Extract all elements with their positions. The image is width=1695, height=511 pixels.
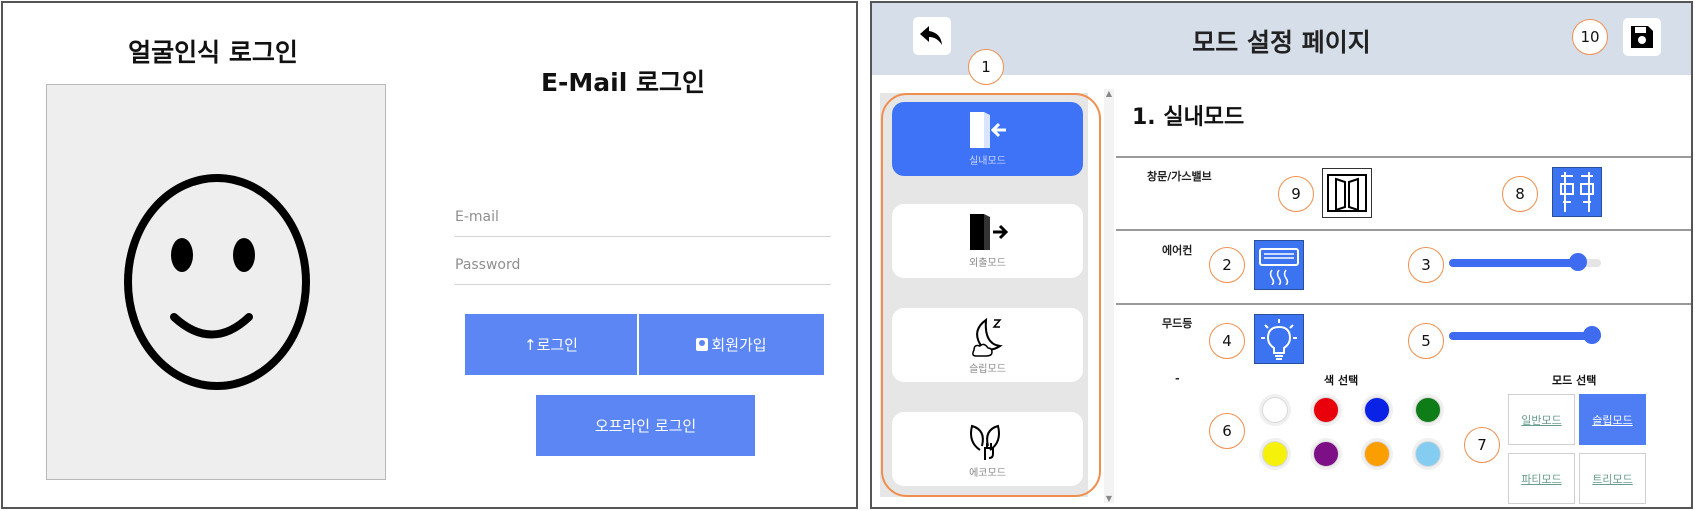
door-exit-icon (969, 214, 1008, 250)
mode-button-label: 트리모드 (1592, 472, 1633, 486)
tree-mode-button[interactable]: 트리모드 (1579, 453, 1646, 504)
aircon-toggle[interactable] (1254, 240, 1304, 290)
normal-mode-button[interactable]: 일반모드 (1508, 394, 1575, 445)
slider-thumb[interactable] (1569, 253, 1587, 271)
slider-thumb[interactable] (1583, 326, 1601, 344)
color-option[interactable] (1313, 397, 1339, 423)
scroll-up-icon[interactable]: ▲ (1104, 89, 1114, 98)
mode-settings-screen: 모드 설정 페이지 10 1 ▲ ▼ 실내모드 외출모드 슬립모드 에코모드 1… (870, 1, 1693, 509)
floppy-disk-icon (1631, 26, 1653, 48)
sidebar-item-sleep-mode[interactable]: 슬립모드 (892, 308, 1083, 382)
callout-8: 8 (1502, 176, 1538, 212)
sidebar-item-label: 실내모드 (969, 156, 1006, 167)
face-camera-area[interactable] (46, 84, 386, 480)
callout-9: 9 (1278, 176, 1314, 212)
callout-6: 6 (1209, 413, 1245, 449)
login-button-label: ↑로그인 (524, 336, 578, 354)
scroll-down-icon[interactable]: ▼ (1104, 494, 1114, 503)
callout-2: 2 (1209, 247, 1245, 283)
login-screen: 얼굴인식 로그인 E-Mail 로그인 ↑로그인 회원가입 오프라인 로그인 (1, 1, 858, 509)
sidebar-item-outing-mode[interactable]: 외출모드 (892, 204, 1083, 278)
mood-light-label: 무드등 (1162, 317, 1193, 330)
air-conditioner-icon (1259, 248, 1299, 285)
callout-7: 7 (1464, 427, 1500, 463)
color-select-label: 색 선택 (1324, 374, 1359, 387)
door-enter-icon (969, 112, 1006, 148)
email-login-title: E-Mail 로그인 (540, 68, 706, 97)
mood-light-toggle[interactable] (1254, 314, 1304, 364)
callout-10: 10 (1572, 19, 1608, 55)
color-option[interactable] (1364, 441, 1390, 467)
signup-button[interactable]: 회원가입 (639, 314, 824, 375)
divider (1116, 229, 1691, 231)
color-option[interactable] (1415, 397, 1441, 423)
window-gas-label: 창문/가스밸브 (1147, 170, 1212, 183)
window-icon (1327, 174, 1367, 212)
signup-button-label: 회원가입 (711, 336, 767, 354)
sidebar-item-eco-mode[interactable]: 에코모드 (892, 412, 1083, 486)
face-login-title: 얼굴인식 로그인 (128, 38, 298, 67)
slider-fill (1449, 332, 1601, 340)
color-option[interactable] (1262, 397, 1288, 423)
sidebar-item-indoor-mode[interactable]: 실내모드 (892, 102, 1083, 176)
callout-3: 3 (1408, 247, 1444, 283)
sidebar-scrollbar[interactable]: ▲ ▼ (1104, 89, 1114, 503)
eco-plug-icon (969, 424, 1000, 460)
mode-button-label: 슬립모드 (1592, 413, 1633, 427)
mode-select-label: 모드 선택 (1552, 374, 1597, 387)
email-field[interactable] (455, 193, 831, 237)
sidebar-item-label: 슬립모드 (969, 364, 1006, 375)
save-button[interactable] (1623, 18, 1661, 56)
section-title: 1. 실내모드 (1132, 105, 1245, 130)
aircon-slider[interactable] (1449, 253, 1601, 271)
color-option[interactable] (1313, 441, 1339, 467)
callout-4: 4 (1209, 323, 1245, 359)
moon-sleep-icon (971, 317, 1003, 357)
aircon-label: 에어컨 (1162, 244, 1193, 257)
mode-button-label: 파티모드 (1521, 472, 1562, 486)
dash-label: - (1175, 372, 1180, 385)
email-input[interactable] (455, 193, 831, 236)
party-mode-button[interactable]: 파티모드 (1508, 453, 1575, 504)
id-badge-icon (696, 338, 709, 351)
mood-light-slider[interactable] (1449, 326, 1601, 344)
offline-login-label: 오프라인 로그인 (594, 417, 697, 435)
sleep-mode-button[interactable]: 슬립모드 (1579, 394, 1646, 445)
password-input[interactable] (455, 241, 831, 284)
light-bulb-icon (1261, 319, 1297, 360)
gas-valve-toggle[interactable] (1552, 167, 1602, 217)
color-option[interactable] (1364, 397, 1390, 423)
sidebar-item-label: 에코모드 (969, 468, 1006, 479)
color-option[interactable] (1262, 441, 1288, 467)
divider (1116, 303, 1691, 305)
callout-5: 5 (1408, 323, 1444, 359)
window-toggle[interactable] (1322, 168, 1372, 218)
sidebar-item-label: 외출모드 (969, 258, 1006, 269)
color-option[interactable] (1415, 441, 1441, 467)
divider (1116, 156, 1691, 158)
smiley-face-icon (124, 174, 310, 390)
password-field[interactable] (455, 241, 831, 285)
gas-valve-icon (1560, 172, 1594, 212)
slider-fill (1449, 259, 1578, 267)
offline-login-button[interactable]: 오프라인 로그인 (536, 395, 755, 456)
login-button[interactable]: ↑로그인 (465, 314, 637, 375)
callout-1: 1 (968, 49, 1004, 85)
mode-button-label: 일반모드 (1521, 413, 1562, 427)
